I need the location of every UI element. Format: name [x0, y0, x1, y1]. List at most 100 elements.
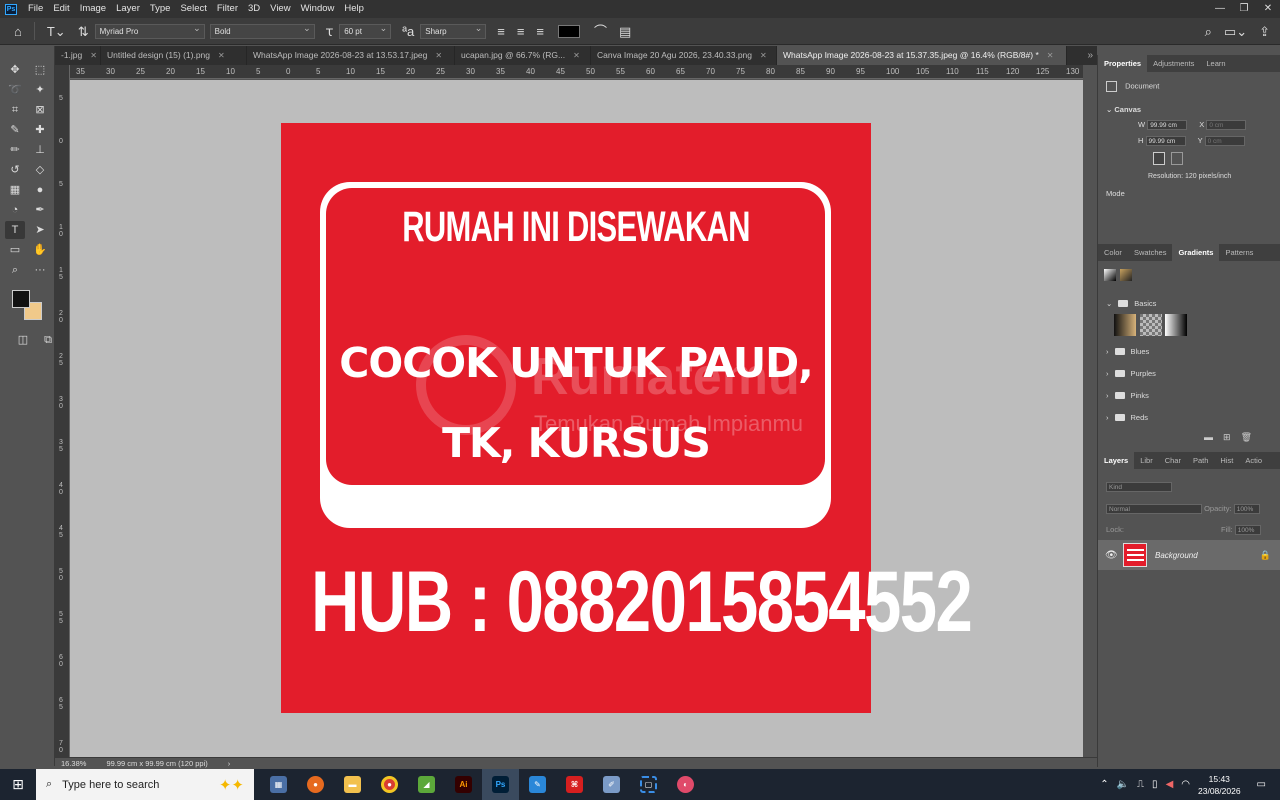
blend-mode-select[interactable]: Normal [1106, 504, 1202, 515]
menu-layer[interactable]: Layer [111, 0, 145, 18]
height-input[interactable]: 99.99 cm [1145, 136, 1186, 147]
illustrator-app-icon[interactable]: Ai [445, 769, 482, 800]
close-icon[interactable]: ✕ [1047, 46, 1054, 65]
menu-view[interactable]: View [265, 0, 295, 18]
wifi-icon[interactable]: ◠ [1181, 779, 1190, 790]
menu-filter[interactable]: Filter [212, 0, 243, 18]
notifications-icon[interactable]: ▭ [1257, 779, 1266, 790]
color-swatches[interactable] [12, 290, 46, 324]
type-tool-icon[interactable]: T [5, 221, 25, 239]
taskbar-search[interactable]: ⌕ Type here to search ✦✦ [36, 769, 254, 800]
align-left-icon[interactable]: ≡ [497, 18, 505, 45]
home-icon[interactable]: ⌂ [14, 18, 22, 45]
more-tools-icon[interactable]: ··· [30, 261, 50, 279]
tab-patterns[interactable]: Patterns [1219, 244, 1259, 261]
paint3d-app-icon[interactable]: ◐ [667, 769, 704, 800]
taskbar-clock[interactable]: 15:43 23/08/2026 [1198, 773, 1241, 797]
tab-character[interactable]: Char [1159, 452, 1187, 469]
hand-tool-icon[interactable]: ✋ [30, 241, 50, 259]
windows-start-icon[interactable]: ⊞ [0, 776, 36, 793]
font-size-select[interactable]: 60 pt [339, 22, 392, 39]
frame-tool-icon[interactable]: ⊠ [30, 101, 50, 119]
zoom-level[interactable]: 16.38% [61, 758, 86, 769]
marquee-tool-icon[interactable]: ⬚ [30, 61, 50, 79]
menu-help[interactable]: Help [339, 0, 369, 18]
lasso-tool-icon[interactable]: ➰ [5, 81, 25, 99]
calculator-app-icon[interactable]: ▦ [260, 769, 297, 800]
pen-tool-icon[interactable]: ✒ [30, 201, 50, 219]
minimize-icon[interactable]: — [1208, 0, 1232, 18]
tab-swatches[interactable]: Swatches [1128, 244, 1173, 261]
close-icon[interactable]: ✕ [90, 46, 97, 65]
document-canvas[interactable]: Rumatemu Temukan Rumah Impianmu RUMAH IN… [281, 123, 973, 713]
workspace-icon[interactable]: ▭⌄ [1224, 18, 1247, 45]
close-icon[interactable]: ✕ [1256, 0, 1280, 18]
acrobat-app-icon[interactable]: ⌘ [556, 769, 593, 800]
folder-row[interactable]: › Blues [1098, 340, 1280, 362]
battery-icon[interactable]: ▯ [1152, 779, 1158, 790]
coreldraw-app-icon[interactable]: ◢ [408, 769, 445, 800]
file-explorer-app-icon[interactable]: ▬ [334, 769, 371, 800]
font-family-select[interactable]: Myriad Pro [94, 22, 205, 39]
doc-tab[interactable]: -1.jpg ✕ [55, 46, 101, 65]
tab-adjustments[interactable]: Adjustments [1147, 55, 1200, 72]
move-tool-icon[interactable]: ✥ [5, 61, 25, 79]
landscape-icon[interactable] [1171, 152, 1184, 166]
tab-color[interactable]: Color [1098, 244, 1128, 261]
tab-history[interactable]: Hist [1214, 452, 1239, 469]
canvas-section[interactable]: ⌄ Canvas [1098, 95, 1280, 117]
gradient-swatch[interactable] [1114, 314, 1136, 336]
paint-app-icon[interactable]: ✎ [519, 769, 556, 800]
gradient-swatch[interactable] [1119, 269, 1132, 281]
character-panel-icon[interactable]: ▤ [619, 18, 631, 45]
close-icon[interactable]: ✕ [435, 46, 442, 65]
foreground-color-swatch[interactable] [12, 290, 30, 308]
chevron-up-icon[interactable]: ⌃ [1100, 779, 1108, 790]
portrait-icon[interactable] [1153, 152, 1165, 166]
warp-text-icon[interactable]: ⌒ [594, 18, 607, 45]
folder-row[interactable]: › Purples [1098, 362, 1280, 384]
align-center-icon[interactable]: ≡ [517, 18, 525, 45]
tab-actions[interactable]: Actio [1239, 452, 1268, 469]
rectangle-tool-icon[interactable]: ▭ [5, 241, 25, 259]
doc-tab[interactable]: Untitled design (15) (1).png ✕ [101, 46, 247, 65]
fill-input[interactable]: 100% [1234, 525, 1261, 536]
close-icon[interactable]: ✕ [760, 46, 767, 65]
firefox-app-icon[interactable]: ● [297, 769, 334, 800]
tab-properties[interactable]: Properties [1098, 55, 1148, 72]
doc-tab-active[interactable]: WhatsApp Image 2026-08-23 at 15.37.35.jp… [777, 46, 1067, 65]
layer-kind-filter[interactable]: Kind [1106, 482, 1172, 493]
gradient-swatch[interactable] [1139, 314, 1162, 336]
visibility-eye-icon[interactable]: 👁 [1105, 550, 1118, 561]
tab-layers[interactable]: Layers [1098, 452, 1135, 469]
text-color-swatch[interactable] [558, 24, 581, 38]
path-selection-tool-icon[interactable]: ➤ [30, 221, 50, 239]
network-icon[interactable]: ⎍ [1137, 779, 1144, 790]
type-tool-preset-icon[interactable]: T⌄ [47, 18, 66, 45]
antialias-select[interactable]: Sharp [420, 22, 487, 39]
restore-icon[interactable]: ❐ [1232, 0, 1256, 18]
doc-tab[interactable]: ucapan.jpg @ 66.7% (RG... ✕ [455, 46, 591, 65]
quick-mask-icon[interactable]: ◫ [13, 331, 33, 349]
opacity-input[interactable]: 100% [1233, 504, 1260, 515]
photoshop-app-icon[interactable]: Ps [482, 769, 519, 800]
canvas-area[interactable]: Rumatemu Temukan Rumah Impianmu RUMAH IN… [70, 80, 1083, 757]
text-orientation-icon[interactable]: ⇅ [78, 18, 89, 45]
gradient-tool-icon[interactable]: ▦ [5, 181, 25, 199]
tab-paths[interactable]: Path [1187, 452, 1214, 469]
crop-tool-icon[interactable]: ⌗ [5, 101, 25, 119]
close-icon[interactable]: ✕ [573, 46, 580, 65]
folder-row[interactable]: › Reds [1098, 406, 1280, 428]
font-style-select[interactable]: Bold [209, 22, 315, 39]
doc-tab[interactable]: WhatsApp Image 2026-08-23 at 13.53.17.jp… [247, 46, 455, 65]
y-input[interactable]: 0 cm [1204, 136, 1245, 147]
volume-icon[interactable]: 🔈 [1117, 779, 1129, 790]
width-input[interactable]: 99.99 cm [1147, 120, 1188, 131]
menu-select[interactable]: Select [175, 0, 211, 18]
search-icon[interactable]: ⌕ [1205, 18, 1212, 45]
chevron-right-icon[interactable]: › [228, 758, 231, 769]
blur-tool-icon[interactable]: ● [30, 181, 50, 199]
doc-tab[interactable]: Canva Image 20 Agu 2026, 23.40.33.png ✕ [591, 46, 777, 65]
trash-icon[interactable]: 🗑 [1241, 432, 1262, 442]
snipping-tool-app-icon[interactable]: ▢ [630, 769, 667, 800]
